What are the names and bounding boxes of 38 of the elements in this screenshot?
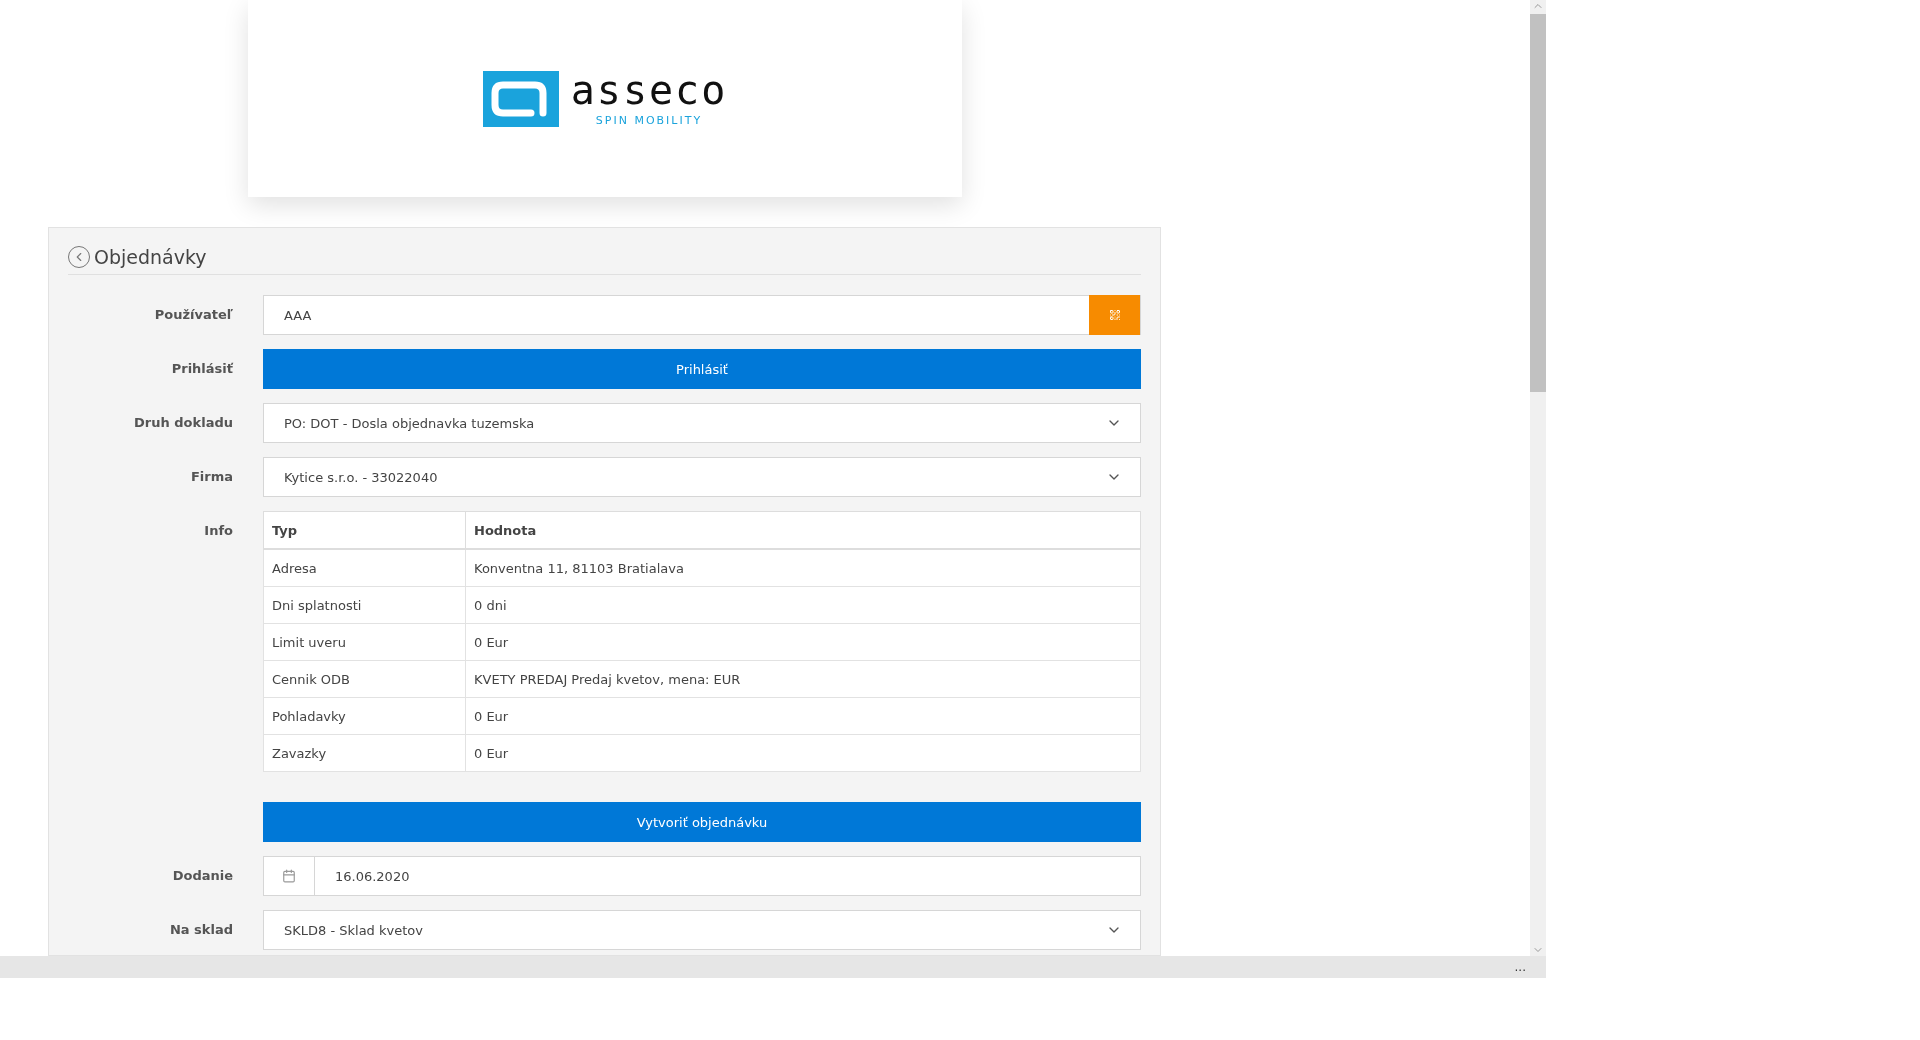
status-text: ...: [1514, 960, 1526, 974]
user-field[interactable]: AAA: [263, 295, 1141, 335]
table-cell: Adresa: [263, 549, 466, 587]
table-cell: Konventna 11, 81103 Bratialava: [465, 549, 1141, 587]
scrollbar[interactable]: [1530, 0, 1546, 956]
field-label: Na sklad: [168, 921, 233, 939]
doc-type-dropdown[interactable]: PO: DOT - Dosla objednavka tuzemska: [263, 403, 1141, 443]
table-cell: Zavazky: [263, 734, 466, 772]
logo-wordmark: asseco: [570, 70, 728, 110]
field-label: Používateľ: [153, 306, 233, 324]
logo-tagline: SPIN MOBILITY: [595, 114, 703, 127]
qr-code-icon: [1108, 309, 1121, 321]
table-cell: Dni splatnosti: [263, 586, 466, 624]
table-cell: Pohladavky: [263, 697, 466, 735]
page-title: Objednávky: [94, 246, 207, 268]
company-dropdown[interactable]: Kytice s.r.o. - 33022040: [263, 457, 1141, 497]
login-button[interactable]: Prihlásiť: [263, 349, 1141, 389]
calendar-icon: [282, 869, 296, 883]
table-cell: Cennik ODB: [263, 660, 466, 698]
create-order-button[interactable]: Vytvoriť objednávku: [263, 802, 1141, 842]
column-header: Hodnota: [465, 511, 1141, 549]
field-label: Druh dokladu: [133, 414, 233, 432]
table-cell: Limit uveru: [263, 623, 466, 661]
column-header: Typ: [263, 511, 466, 549]
field-label: Dodanie: [171, 867, 233, 885]
date-field[interactable]: 16.06.2020: [263, 856, 1141, 896]
warehouse-dropdown[interactable]: SKLD8 - Sklad kvetov: [263, 910, 1141, 950]
scrollbar-thumb[interactable]: [1530, 14, 1546, 392]
table-cell: KVETY PREDAJ Predaj kvetov, mena: EUR: [465, 660, 1141, 698]
table-cell: 0 Eur: [465, 697, 1141, 735]
table-cell: 0 dni: [465, 586, 1141, 624]
field-label: Prihlásiť: [170, 360, 233, 378]
logo-icon: [482, 70, 559, 127]
field-label: Firma: [189, 468, 233, 486]
table-cell: 0 Eur: [465, 623, 1141, 661]
qr-scan-button[interactable]: [1089, 295, 1140, 335]
table-cell: 0 Eur: [465, 734, 1141, 772]
field-label: Info: [203, 522, 233, 540]
